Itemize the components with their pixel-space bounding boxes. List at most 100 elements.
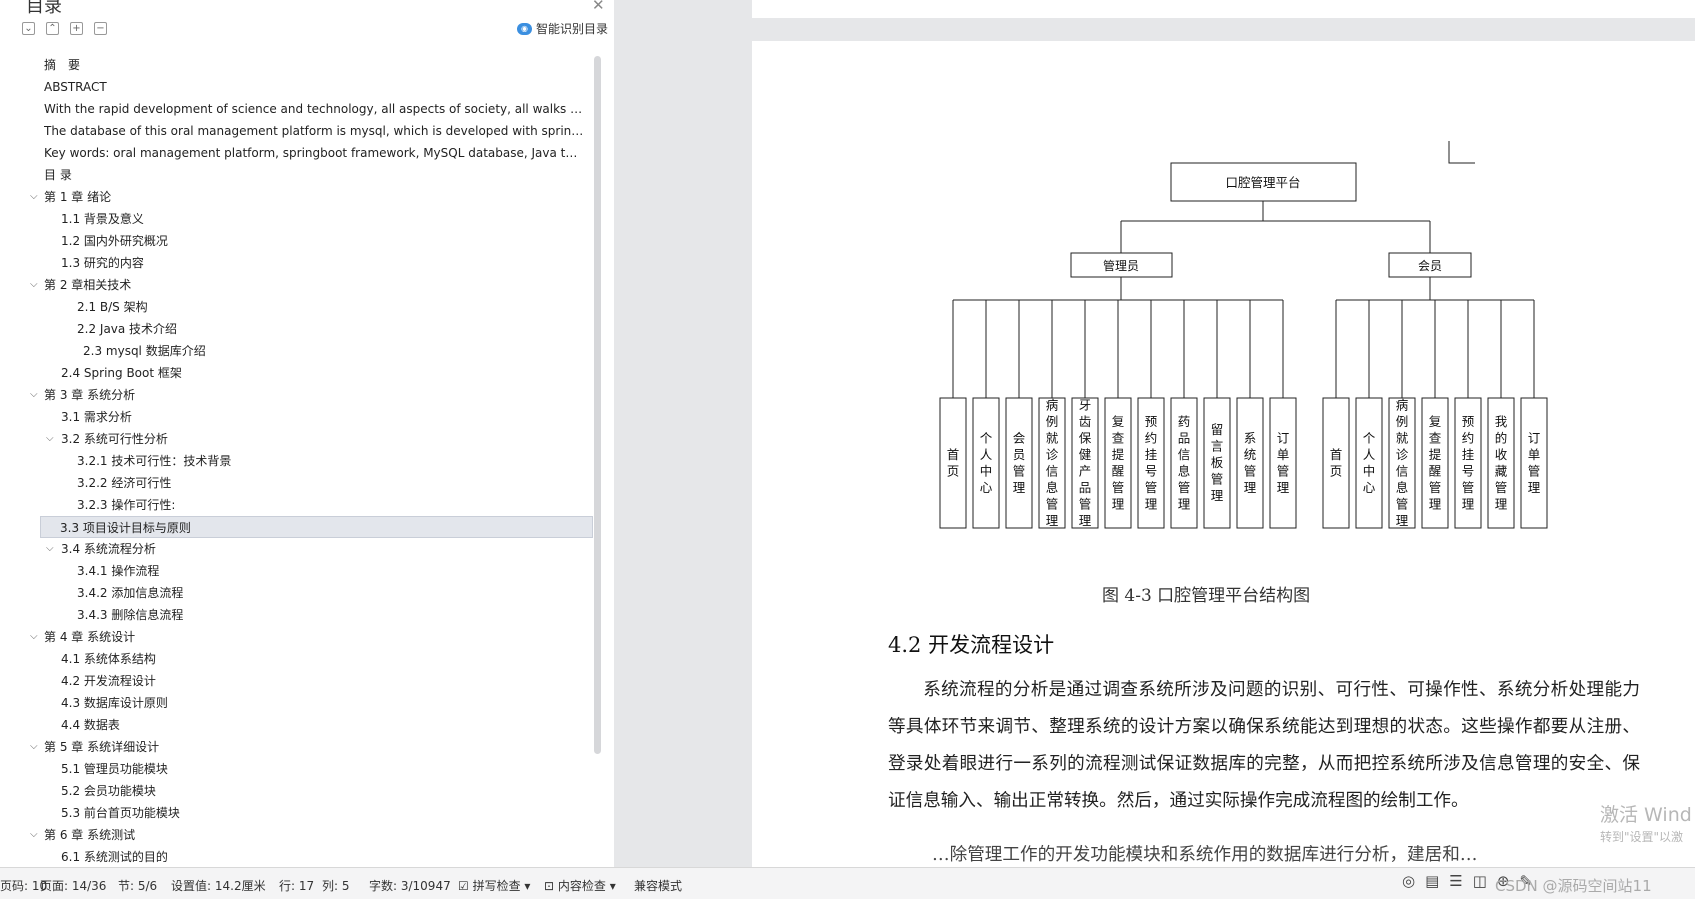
toc-item-label: 2.1 B/S 架构 xyxy=(77,300,148,314)
toc-item[interactable]: 3.1 需求分析 xyxy=(0,406,594,428)
toc-item[interactable]: ⌵ 第 2 章相关技术 xyxy=(0,274,594,296)
chevron-down-icon[interactable]: ⌵ xyxy=(46,428,54,450)
remove-heading-icon[interactable]: − xyxy=(94,22,107,35)
csdn-watermark: CSDN @源码空间站11 xyxy=(1495,877,1652,895)
chevron-down-icon[interactable]: ⌵ xyxy=(30,186,38,208)
status-setting: 设置值: 14.2厘米 xyxy=(171,879,266,893)
toc-item-label: 4.4 数据表 xyxy=(61,718,120,732)
eye-icon[interactable]: ◎ xyxy=(1402,872,1415,890)
activation-watermark-sub: 转到"设置"以激 xyxy=(1600,830,1684,844)
toc-item-label: 第 1 章 绪论 xyxy=(44,190,112,204)
toc-item-label: 第 2 章相关技术 xyxy=(44,278,132,292)
toc-item-label: 4.2 开发流程设计 xyxy=(61,674,156,688)
toc-item-label: 3.1 需求分析 xyxy=(61,410,132,424)
close-icon[interactable]: ✕ xyxy=(592,0,605,14)
toc-item-label: 1.3 研究的内容 xyxy=(61,256,144,270)
toc-item[interactable]: 5.2 会员功能模块 xyxy=(0,780,594,802)
outline-view-icon[interactable]: ☰ xyxy=(1449,872,1462,890)
toc-item[interactable]: 3.2.3 操作可行性: xyxy=(0,494,594,516)
toc-item[interactable]: ⌵ 第 3 章 系统分析 xyxy=(0,384,594,406)
chevron-down-icon[interactable]: ⌵ xyxy=(30,824,38,846)
body-paragraph[interactable]: 系统流程的分析是通过调查系统所涉及问题的识别、可行性、可操作性、系统分析处理能力… xyxy=(888,672,1640,820)
toc-item[interactable]: With the rapid development of science an… xyxy=(0,98,594,120)
toc-item[interactable]: 1.2 国内外研究概况 xyxy=(0,230,594,252)
toc-item[interactable]: The database of this oral management pla… xyxy=(0,120,594,142)
admin-leaf-label: 留言板管理 xyxy=(1211,422,1224,503)
member-leaf-label: 我的收藏管理 xyxy=(1495,414,1508,512)
toc-item[interactable]: ⌵ 3.4 系统流程分析 xyxy=(0,538,594,560)
toc-item[interactable]: 4.4 数据表 xyxy=(0,714,594,736)
smart-toc-button[interactable]: ◉ 智能识别目录 xyxy=(517,20,608,37)
chevron-down-icon[interactable]: ⌵ xyxy=(30,626,38,648)
toc-item[interactable]: 3.2.1 技术可行性：技术背景 xyxy=(0,450,594,472)
toc-item-label: 3.3 项目设计目标与原则 xyxy=(60,521,191,535)
toc-item-label: The database of this oral management pla… xyxy=(44,124,584,138)
status-page[interactable]: 页面: 14/36 xyxy=(40,877,106,894)
figure-caption: 图 4-3 口腔管理平台结构图 xyxy=(1102,586,1311,606)
toc-item[interactable]: ⌵ 第 5 章 系统详细设计 xyxy=(0,736,594,758)
toc-item-label: 4.3 数据库设计原则 xyxy=(61,696,168,710)
toc-item-label: 第 5 章 系统详细设计 xyxy=(44,740,160,754)
smart-toc-icon: ◉ xyxy=(517,22,532,35)
toc-item[interactable]: ⌵ 第 1 章 绪论 xyxy=(0,186,594,208)
toc-item[interactable]: 摘 要 xyxy=(0,54,594,76)
toc-item[interactable]: 2.2 Java 技术介绍 xyxy=(0,318,594,340)
admin-leaf-label: 复查提醒管理 xyxy=(1112,414,1125,512)
toc-item[interactable]: 3.4.3 删除信息流程 xyxy=(0,604,594,626)
toc-item[interactable]: 2.3 mysql 数据库介绍 xyxy=(0,340,594,362)
toc-item-label: 5.1 管理员功能模块 xyxy=(61,762,168,776)
toc-item[interactable]: 4.2 开发流程设计 xyxy=(0,670,594,692)
content-check-button[interactable]: ⊡ 内容检查 ▾ xyxy=(544,877,616,894)
toc-item[interactable]: 5.1 管理员功能模块 xyxy=(0,758,594,780)
status-col: 列: 5 xyxy=(322,879,350,893)
page-view-icon[interactable]: ▤ xyxy=(1425,872,1439,890)
admin-leaf-label: 牙齿保健产品管理 xyxy=(1079,397,1092,528)
toc-item[interactable]: 2.1 B/S 架构 xyxy=(0,296,594,318)
chevron-down-icon[interactable]: ⌵ xyxy=(30,736,38,758)
toc-item[interactable]: 3.3 项目设计目标与原则 xyxy=(40,516,593,538)
chevron-down-icon[interactable]: ⌵ xyxy=(30,384,38,406)
collapse-all-icon[interactable]: ⌄ xyxy=(22,22,35,35)
toc-item-label: 1.2 国内外研究概况 xyxy=(61,234,168,248)
toc-item[interactable]: 目 录 xyxy=(0,164,594,186)
web-view-icon[interactable]: ◫ xyxy=(1473,872,1487,890)
toc-item[interactable]: ⌵ 第 4 章 系统设计 xyxy=(0,626,594,648)
toc-item[interactable]: Key words: oral management platform, spr… xyxy=(0,142,594,164)
admin-leaf-label: 会员管理 xyxy=(1013,430,1026,495)
toc-item[interactable]: 1.3 研究的内容 xyxy=(0,252,594,274)
toc-item[interactable]: 2.4 Spring Boot 框架 xyxy=(0,362,594,384)
toc-item[interactable]: 1.1 背景及意义 xyxy=(0,208,594,230)
toc-item[interactable]: 3.4.1 操作流程 xyxy=(0,560,594,582)
expand-up-icon[interactable]: ⌃ xyxy=(46,22,59,35)
admin-leaf-label: 系统管理 xyxy=(1244,430,1257,495)
toc-item[interactable]: 3.2.2 经济可行性 xyxy=(0,472,594,494)
toc-item[interactable]: 3.4.2 添加信息流程 xyxy=(0,582,594,604)
toc-title: 目录 xyxy=(26,0,62,17)
admin-leaf-label: 首页 xyxy=(947,447,960,479)
toc-item[interactable]: 4.3 数据库设计原则 xyxy=(0,692,594,714)
toc-item-label: 3.4.1 操作流程 xyxy=(77,564,160,578)
chevron-down-icon[interactable]: ⌵ xyxy=(30,274,38,296)
toc-item-label: 3.2.3 操作可行性: xyxy=(77,498,176,512)
toc-item[interactable]: ⌵ 第 6 章 系统测试 xyxy=(0,824,594,846)
toc-item[interactable]: ABSTRACT xyxy=(0,76,594,98)
admin-leaf-label: 订单管理 xyxy=(1277,430,1290,495)
spell-check-button[interactable]: ☑ 拼写检查 ▾ xyxy=(458,877,530,894)
section-heading: 4.2 开发流程设计 xyxy=(888,633,1055,657)
toc-item[interactable]: 5.3 前台首页功能模块 xyxy=(0,802,594,824)
status-bar: 页码: 10 页面: 14/36 节: 5/6 设置值: 14.2厘米 行: 1… xyxy=(0,867,1695,899)
toc-item[interactable]: ⌵ 3.2 系统可行性分析 xyxy=(0,428,594,450)
status-word-count[interactable]: 字数: 3/10947 xyxy=(369,877,451,894)
toc-item[interactable]: 4.1 系统体系结构 xyxy=(0,648,594,670)
structure-diagram: 口腔管理平台管理员 会员首页 个人中心 会员管理 病例就诊信息管理 牙齿保健产品管理 复查提… xyxy=(939,141,1548,529)
toc-list: 摘 要 ABSTRACT With the rapid development of… xyxy=(0,54,594,867)
add-heading-icon[interactable]: + xyxy=(70,22,83,35)
chevron-down-icon[interactable]: ⌵ xyxy=(46,538,54,560)
toc-item-label: 第 6 章 系统测试 xyxy=(44,828,136,842)
toc-item[interactable]: 6.1 系统测试的目的 xyxy=(0,846,594,867)
document-page[interactable]: 口腔管理平台 管理员 会员 首页 个人中心 会员管理 病例就诊信息管理 牙齿保健产品管理 复查提… xyxy=(752,41,1695,867)
member-leaf-label: 首页 xyxy=(1330,447,1343,479)
toc-scrollbar[interactable] xyxy=(594,56,601,754)
toc-item-label: 5.2 会员功能模块 xyxy=(61,784,156,798)
toc-item-label: 6.1 系统测试的目的 xyxy=(61,850,168,864)
